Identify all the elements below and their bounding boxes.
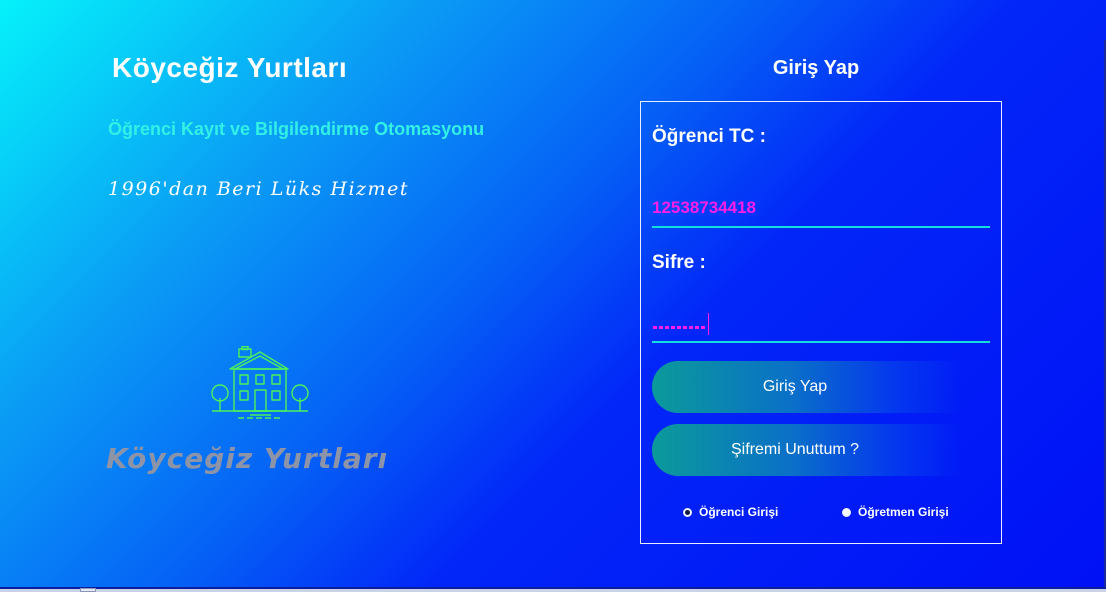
tc-input[interactable]: 12538734418: [652, 192, 990, 228]
scrollbar-thumb[interactable]: [80, 588, 96, 592]
login-panel: Öğrenci TC : 12538734418 Sifre : Giriş Y…: [640, 101, 1002, 544]
teacher-login-radio[interactable]: Öğretmen Girişi: [842, 505, 949, 519]
password-input[interactable]: [652, 307, 990, 343]
text-caret: [708, 313, 709, 335]
tc-label: Öğrenci TC :: [652, 126, 767, 147]
forgot-password-button[interactable]: Şifremi Unuttum ?: [652, 424, 962, 476]
app-subtitle: Öğrenci Kayıt ve Bilgilendirme Otomasyon…: [108, 119, 485, 139]
brand-title: Köyceğiz Yurtları: [112, 52, 348, 83]
password-dot: [659, 326, 663, 329]
password-dot: [665, 326, 669, 329]
house-icon: [211, 346, 309, 419]
login-button[interactable]: Giriş Yap: [652, 361, 962, 413]
password-dot: [677, 326, 681, 329]
radio-label: Öğrenci Girişi: [699, 505, 779, 519]
password-dot: [695, 326, 699, 329]
radio-circle[interactable]: [683, 507, 692, 517]
password-mask: [653, 313, 709, 335]
password-dot: [689, 326, 693, 329]
login-heading: Giriş Yap: [772, 57, 860, 79]
tc-input-value: 12538734418: [652, 198, 757, 217]
password-dot: [671, 326, 675, 329]
password-dot: [683, 326, 687, 329]
radio-label: Öğretmen Girişi: [858, 505, 949, 519]
logo-wordmark: Köyceğiz Yurtları: [106, 442, 389, 475]
tagline: 1996'dan Beri Lüks Hizmet: [108, 178, 409, 200]
password-dot: [701, 326, 705, 329]
password-label: Sifre :: [652, 252, 706, 273]
radio-circle[interactable]: [842, 507, 851, 517]
password-dot: [653, 326, 657, 329]
student-login-radio[interactable]: Öğrenci Girişi: [683, 505, 778, 519]
app-window: Köyceğiz Yurtları Öğrenci Kayıt ve Bilgi…: [0, 0, 1106, 592]
